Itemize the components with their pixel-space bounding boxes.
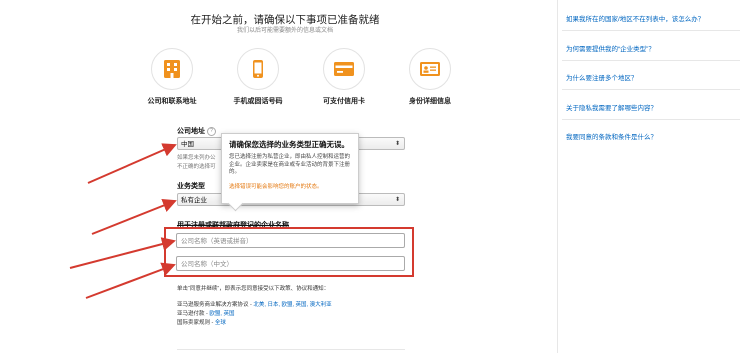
arrow-to-name-chinese: [85, 262, 176, 299]
arrow-to-country: [87, 143, 177, 184]
divider: [562, 89, 740, 90]
annotation-arrows: [69, 143, 177, 299]
faq-link[interactable]: 如果我所在的国家/地区不在列表中，该怎么办？: [566, 13, 704, 23]
faq-link[interactable]: 关于隐私我需要了解哪些内容？: [566, 102, 657, 112]
faq-link[interactable]: 为什么要注册多个地区？: [566, 72, 638, 82]
faq-sidebar: 如果我所在的国家/地区不在列表中，该怎么办？ 为何需要提供我的“企业类型”？ 为…: [557, 0, 750, 353]
arrow-to-business-type: [91, 198, 177, 235]
arrow-to-name-pinyin: [69, 237, 176, 269]
faq-link[interactable]: 我要同意的条款和条件是什么？: [566, 131, 657, 141]
divider: [562, 60, 740, 61]
faq-link[interactable]: 为何需要提供我的“企业类型”？: [566, 43, 655, 53]
divider: [562, 30, 740, 31]
divider: [562, 119, 740, 120]
